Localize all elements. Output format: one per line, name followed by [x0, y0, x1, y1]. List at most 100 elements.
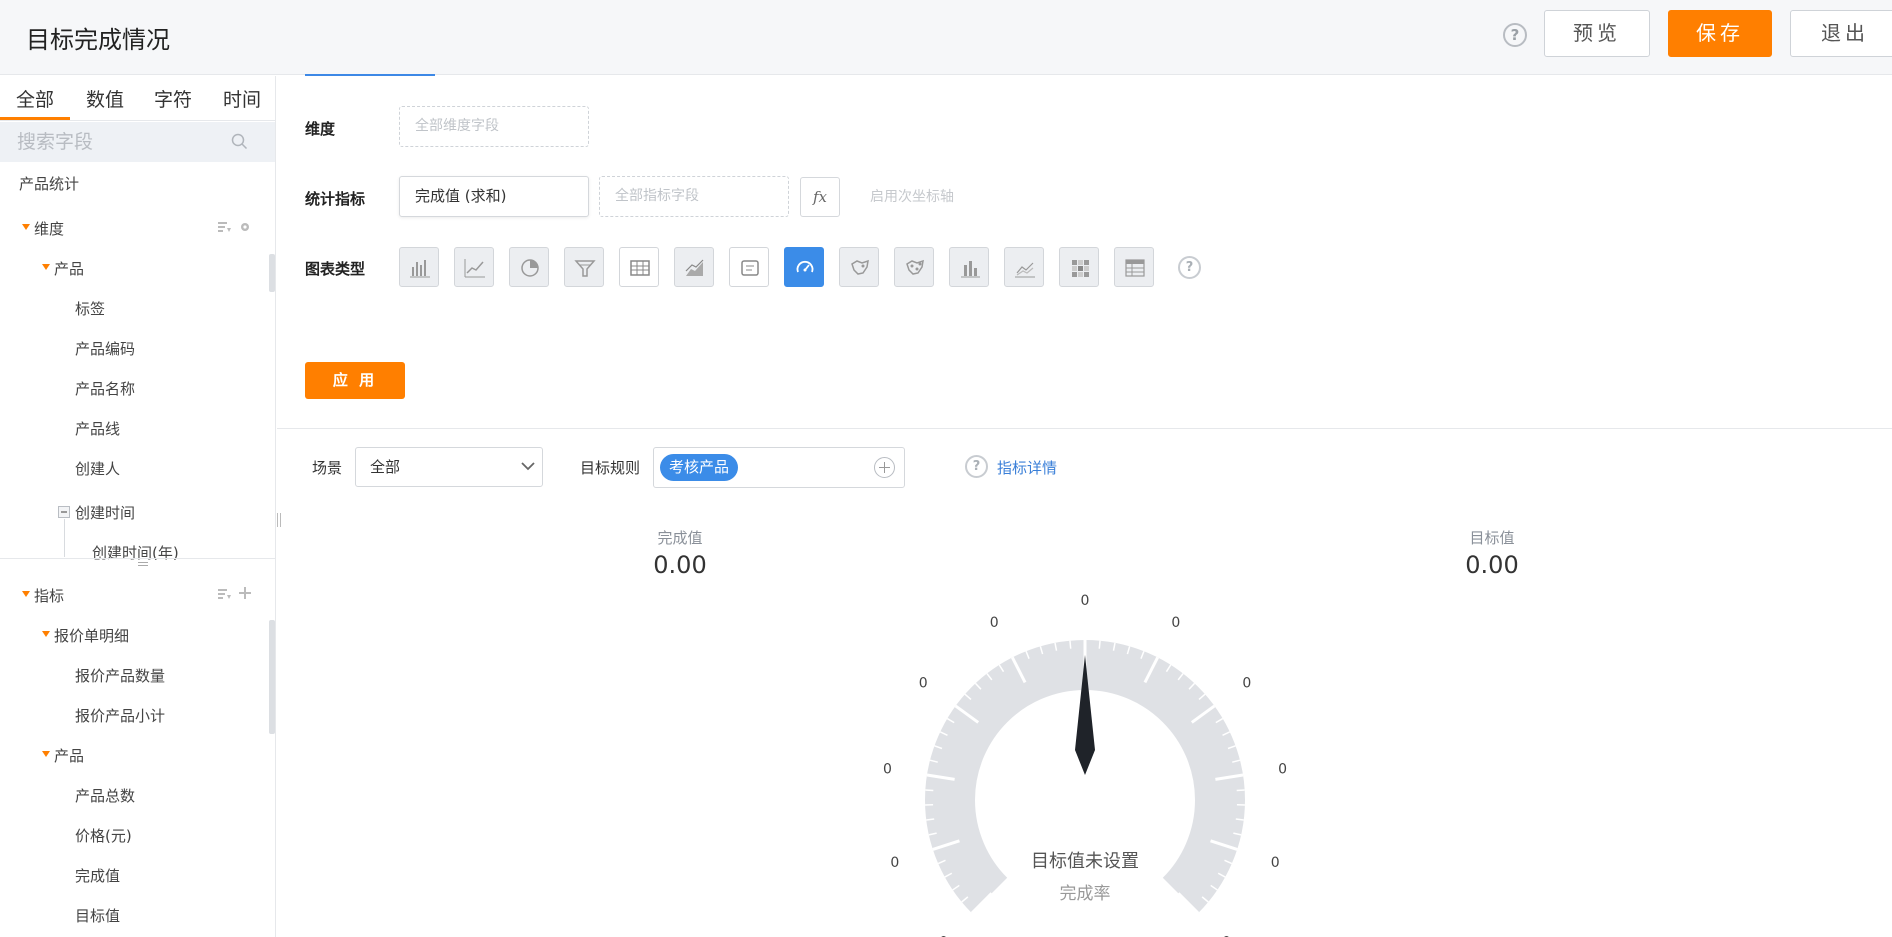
map-chart-icon[interactable] [839, 247, 879, 287]
drag-grip-icon[interactable] [138, 562, 148, 566]
secondary-axis-toggle[interactable]: 启用次坐标轴 [870, 186, 954, 206]
rule-input[interactable]: 考核产品 [653, 447, 905, 488]
field-item[interactable]: 产品线 [75, 418, 120, 439]
metric-scrollbar[interactable] [269, 620, 275, 734]
metric-help-icon[interactable]: ? [965, 455, 988, 478]
text-card-icon[interactable] [729, 247, 769, 287]
gauge-minor-tick [1069, 640, 1072, 649]
field-search [0, 122, 275, 162]
pivot-table-icon[interactable] [1114, 247, 1154, 287]
gauge-tick-label: 0 [1242, 675, 1251, 691]
tab-string[interactable]: 字符 [154, 85, 192, 112]
field-item[interactable]: 报价产品小计 [75, 705, 165, 726]
page-title: 目标完成情况 [26, 26, 170, 54]
tab-time[interactable]: 时间 [223, 85, 261, 112]
gauge-center-text: 目标值未设置 [1031, 851, 1139, 872]
collapse-icon[interactable] [58, 506, 70, 518]
tree-group-product[interactable]: 产品 [54, 258, 84, 279]
gauge-tick-label: 0 [990, 615, 999, 631]
tree-group-quote-detail[interactable]: 报价单明细 [54, 625, 129, 646]
gauge-minor-tick [1236, 789, 1245, 792]
active-tab-indicator [0, 117, 70, 120]
expand-caret-icon[interactable] [42, 631, 50, 637]
field-item-time[interactable]: 创建时间 [75, 502, 135, 523]
field-item[interactable]: 价格(元) [75, 825, 132, 846]
expand-caret-icon[interactable] [22, 224, 30, 230]
gauge-tick-label: 0 [883, 762, 892, 778]
metric-detail-link[interactable]: 指标详情 [997, 457, 1057, 478]
field-item[interactable]: 创建人 [75, 458, 120, 479]
field-item[interactable]: 完成值 [75, 865, 120, 886]
tree-group-product[interactable]: 产品 [54, 745, 84, 766]
gauge-subtitle: 完成率 [1060, 884, 1111, 904]
chart-type-help-icon[interactable]: ? [1178, 256, 1201, 279]
pie-chart-icon[interactable] [509, 247, 549, 287]
field-item[interactable]: 标签 [75, 298, 105, 319]
line-chart-icon[interactable] [454, 247, 494, 287]
scatter-map-icon[interactable] [894, 247, 934, 287]
chart-type-label: 图表类型 [305, 260, 366, 278]
save-button[interactable]: 保存 [1668, 10, 1772, 57]
completed-label: 完成值 [657, 529, 703, 547]
target-value: 0.00 [1465, 551, 1519, 579]
field-sidebar: 全部 数值 字符 时间 产品统计 维度 产品 标签 产品编码 产品名称 产品线 … [0, 76, 276, 937]
dimension-section-label[interactable]: 维度 [34, 218, 64, 239]
top-bar: 目标完成情况 ? 预览 保存 退出 [0, 0, 1892, 75]
table-chart-icon[interactable] [619, 247, 659, 287]
chevron-down-icon [521, 462, 535, 471]
rule-tag[interactable]: 考核产品 [660, 454, 739, 481]
sort-icon[interactable] [218, 221, 232, 233]
field-type-tabs: 全部 数值 字符 时间 [0, 76, 275, 121]
field-item[interactable]: 产品编码 [75, 338, 135, 359]
search-input[interactable] [17, 122, 227, 162]
bar-chart-icon[interactable] [399, 247, 439, 287]
metric-chip[interactable]: 完成值 (求和) [399, 176, 589, 217]
search-icon[interactable] [231, 133, 248, 150]
gauge-chart-icon[interactable] [784, 247, 824, 287]
gauge-minor-tick [926, 818, 935, 821]
preview-button[interactable]: 预览 [1544, 10, 1650, 57]
multi-line-chart-icon[interactable] [1004, 247, 1044, 287]
sidebar-collapse-handle[interactable] [277, 509, 283, 531]
field-item[interactable]: 目标值 [75, 905, 120, 926]
scene-label: 场景 [312, 459, 343, 477]
add-icon[interactable] [238, 587, 252, 599]
gauge-minor-tick [925, 789, 934, 792]
expand-caret-icon[interactable] [42, 751, 50, 757]
section-divider [277, 428, 1892, 429]
expand-caret-icon[interactable] [42, 264, 50, 270]
gauge-tick-label: 0 [919, 675, 928, 691]
add-rule-icon[interactable] [874, 457, 895, 478]
metric-section-label[interactable]: 指标 [34, 585, 64, 606]
help-icon[interactable]: ? [1503, 23, 1527, 47]
tree-guide-line [64, 519, 65, 557]
scene-select[interactable]: 全部 [355, 447, 543, 487]
tab-numeric[interactable]: 数值 [86, 85, 124, 112]
exit-button[interactable]: 退出 [1790, 10, 1892, 57]
active-tab-indicator [305, 74, 435, 76]
gauge-minor-tick [1098, 640, 1101, 649]
sort-icon[interactable] [218, 588, 232, 600]
panel-split-handle[interactable] [0, 558, 275, 572]
gauge-chart: 00000000000 目标值未设置 完成率 [883, 593, 1287, 937]
dimension-scrollbar[interactable] [269, 254, 275, 292]
funnel-chart-icon[interactable] [564, 247, 604, 287]
area-chart-icon[interactable] [674, 247, 714, 287]
formula-button[interactable]: fx [800, 177, 840, 217]
field-item[interactable]: 报价产品数量 [75, 665, 165, 686]
gauge-tick-label: 0 [890, 855, 899, 871]
metric-drop-zone[interactable]: 全部指标字段 [599, 176, 789, 217]
gauge-tick-label: 0 [1271, 855, 1280, 871]
gear-icon[interactable] [238, 221, 252, 233]
expand-caret-icon[interactable] [22, 591, 30, 597]
dimension-label: 维度 [305, 120, 336, 138]
apply-button[interactable]: 应 用 [305, 362, 405, 399]
dimension-drop-zone[interactable]: 全部维度字段 [399, 106, 589, 147]
column-chart-icon[interactable] [949, 247, 989, 287]
tab-all[interactable]: 全部 [16, 85, 54, 112]
scene-select-value: 全部 [370, 458, 401, 476]
field-item[interactable]: 产品名称 [75, 378, 135, 399]
heatmap-chart-icon[interactable] [1059, 247, 1099, 287]
gauge-tick-label: 0 [1081, 593, 1090, 609]
field-item[interactable]: 产品总数 [75, 785, 135, 806]
